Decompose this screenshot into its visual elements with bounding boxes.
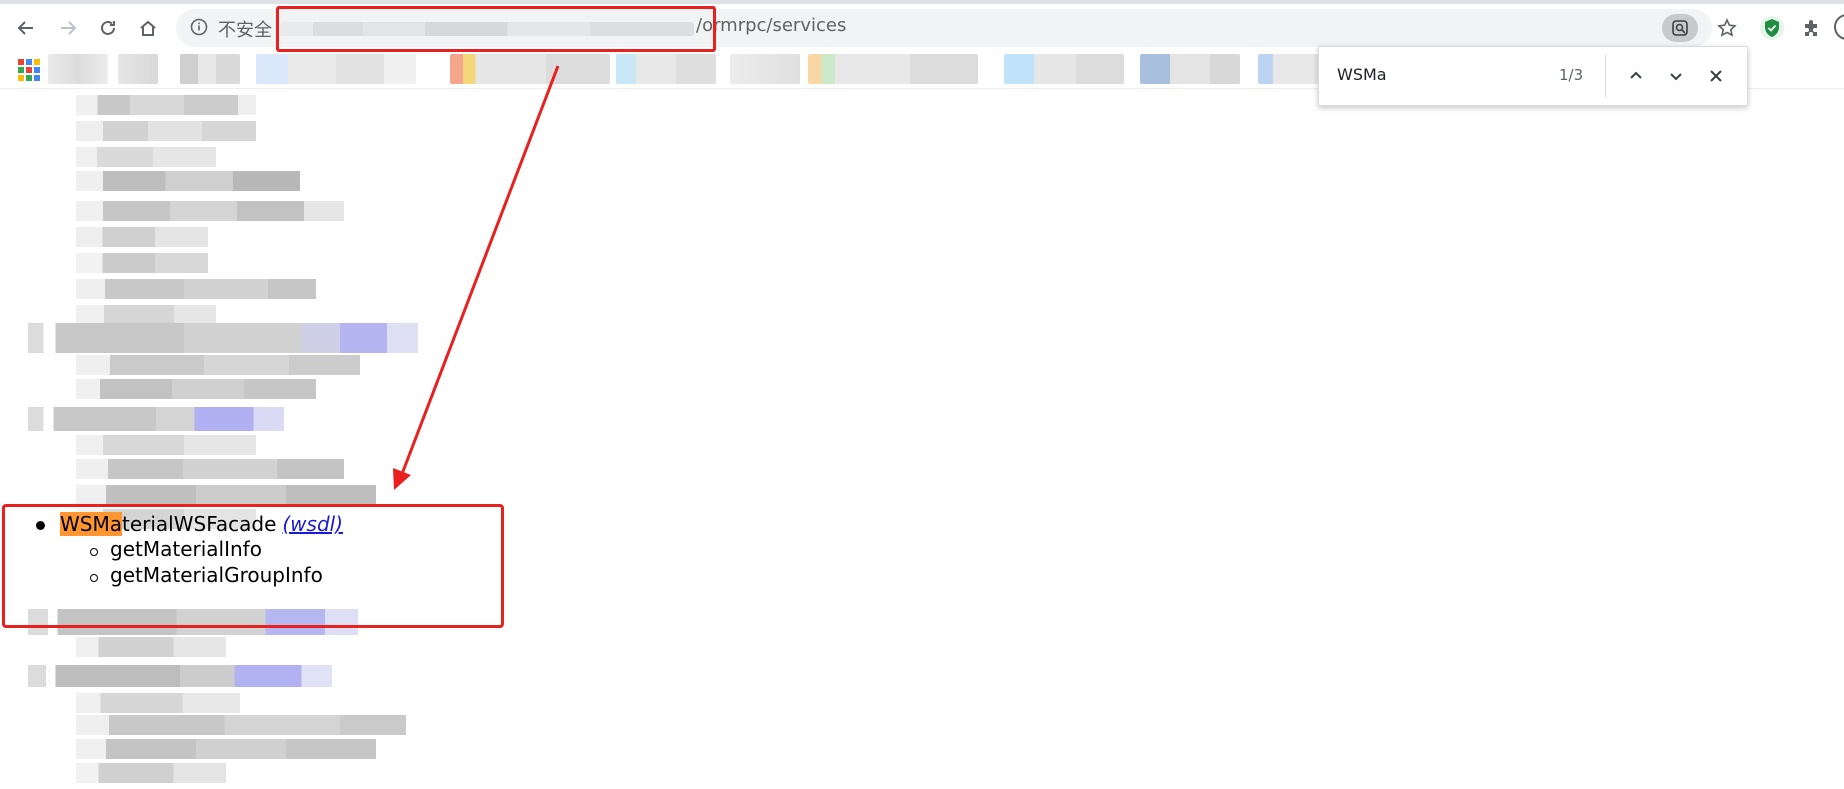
bookmark-redacted[interactable]	[730, 54, 800, 84]
star-icon	[1717, 18, 1737, 37]
bookmark-redacted[interactable]	[118, 54, 158, 84]
bookmark-redacted[interactable]	[616, 54, 716, 84]
find-close-button[interactable]	[1701, 61, 1731, 91]
redacted-item	[76, 763, 226, 783]
forward-button[interactable]	[52, 12, 84, 44]
redacted-item	[76, 739, 376, 759]
back-button[interactable]	[10, 12, 42, 44]
find-input[interactable]: WSMa	[1337, 65, 1387, 84]
reload-icon	[101, 20, 115, 35]
bookmark-redacted[interactable]	[1004, 54, 1124, 84]
extension-shield-button[interactable]	[1756, 12, 1788, 44]
annotation-service-box	[2, 504, 504, 628]
puzzle-icon	[1805, 20, 1817, 36]
redacted-item	[76, 201, 344, 221]
bookmark-redacted[interactable]	[450, 54, 610, 84]
lens-button[interactable]	[1662, 14, 1698, 42]
back-icon	[17, 21, 33, 35]
redacted-item	[76, 171, 300, 191]
redacted-service	[28, 323, 418, 353]
redacted-service	[28, 665, 332, 687]
redacted-item	[76, 95, 256, 115]
redacted-item	[76, 147, 216, 167]
redacted-item	[76, 227, 208, 247]
bookmark-star-button[interactable]	[1714, 15, 1740, 41]
forward-icon	[61, 21, 77, 35]
page-content	[0, 89, 1844, 789]
redacted-item	[76, 253, 208, 273]
bookmark-redacted[interactable]	[1258, 54, 1318, 84]
shield-icon	[1760, 16, 1784, 40]
apps-icon[interactable]	[18, 59, 40, 81]
redacted-item	[76, 355, 360, 375]
bookmark-redacted[interactable]	[256, 54, 416, 84]
profile-avatar[interactable]	[1834, 14, 1844, 40]
redacted-item	[76, 379, 316, 399]
bookmark-redacted[interactable]	[180, 54, 240, 84]
find-previous-button[interactable]	[1621, 61, 1651, 91]
redacted-item	[76, 435, 256, 455]
redacted-item	[76, 459, 344, 479]
bookmark-redacted[interactable]	[1140, 54, 1240, 84]
redacted-item	[76, 305, 216, 325]
tab-strip-edge	[0, 0, 1844, 4]
chevron-down-icon	[1670, 73, 1682, 81]
find-match-count: 1/3	[1559, 66, 1584, 84]
find-next-button[interactable]	[1661, 61, 1691, 91]
security-label: 不安全	[218, 20, 272, 41]
redacted-item	[76, 279, 316, 299]
redacted-item	[76, 121, 256, 141]
redacted-service	[28, 407, 284, 431]
annotation-url-box	[276, 6, 716, 52]
chevron-up-icon	[1630, 71, 1642, 79]
info-icon	[190, 18, 208, 36]
redacted-item	[76, 693, 240, 713]
close-icon	[1710, 70, 1722, 82]
bookmark-redacted[interactable]	[808, 54, 978, 84]
bookmark-redacted[interactable]	[48, 54, 108, 84]
redacted-item	[76, 637, 226, 657]
reload-button[interactable]	[92, 12, 124, 44]
site-info-button[interactable]	[190, 18, 208, 36]
home-icon	[140, 20, 156, 36]
redacted-item	[76, 715, 406, 735]
home-button[interactable]	[132, 12, 164, 44]
url-text[interactable]: /ormrpc/services	[696, 15, 846, 36]
lens-icon	[1672, 20, 1688, 36]
extensions-button[interactable]	[1796, 12, 1828, 44]
